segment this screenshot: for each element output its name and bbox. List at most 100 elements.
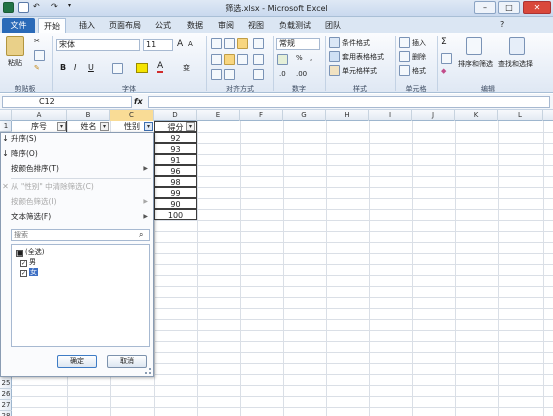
delete-cells-icon[interactable] (399, 51, 410, 62)
column-header-b[interactable]: B (67, 110, 110, 121)
score-cell[interactable]: 96 (154, 165, 197, 176)
align-left-icon[interactable] (211, 54, 222, 65)
ok-button[interactable]: 确定 (57, 355, 97, 368)
increase-indent-icon[interactable] (224, 69, 235, 80)
cut-icon[interactable]: ✂ (34, 37, 40, 45)
align-middle-icon[interactable] (224, 38, 235, 49)
female-checkbox[interactable]: ✓ (20, 270, 27, 277)
score-cell[interactable]: 92 (154, 132, 197, 143)
sort-filter-icon[interactable] (466, 37, 482, 55)
column-header-a[interactable]: A (12, 110, 67, 121)
column-header-f[interactable]: F (240, 110, 283, 121)
grow-font-button[interactable]: A (177, 39, 183, 49)
binoculars-icon[interactable] (509, 37, 525, 55)
score-cell[interactable]: 100 (154, 209, 197, 220)
search-icon[interactable]: ⌕ (139, 230, 143, 240)
male-checkbox[interactable]: ✓ (20, 260, 27, 267)
sort-by-color-item[interactable]: 按颜色排序(T) (11, 163, 59, 175)
align-right-icon[interactable] (237, 54, 248, 65)
format-cells-button[interactable]: 格式 (412, 66, 426, 76)
text-filter-item[interactable]: 文本筛选(F) (11, 211, 51, 223)
phonetic-button[interactable]: 变 (183, 63, 190, 73)
number-format-select[interactable]: 常规 (276, 38, 320, 50)
wrap-text-icon[interactable] (253, 54, 264, 65)
underline-button[interactable]: U (88, 63, 94, 72)
font-name-select[interactable]: 宋体 (56, 39, 140, 51)
column-header-e[interactable]: E (197, 110, 240, 121)
borders-icon[interactable] (112, 63, 123, 74)
cell-styles-icon[interactable] (329, 65, 340, 76)
filter-search-input[interactable] (11, 229, 150, 241)
minimize-button[interactable]: – (474, 1, 496, 14)
orientation-icon[interactable] (253, 38, 264, 49)
score-cell[interactable]: 91 (154, 154, 197, 165)
sort-ascending-item[interactable]: 升序(S) (11, 133, 37, 145)
comma-button[interactable]: , (310, 54, 312, 62)
fill-color-icon[interactable] (136, 63, 148, 73)
increase-decimal-icon[interactable]: .0 (279, 70, 286, 78)
column-header-l[interactable]: L (498, 110, 543, 121)
italic-button[interactable]: I (74, 63, 76, 72)
cell-styles-button[interactable]: 单元格样式 (342, 66, 377, 76)
tab-insert[interactable]: 插入 (74, 18, 100, 33)
percent-button[interactable]: % (296, 54, 303, 62)
select-all-corner[interactable] (0, 110, 12, 121)
column-header-j[interactable]: J (412, 110, 455, 121)
tab-view[interactable]: 视图 (243, 18, 269, 33)
clear-icon[interactable]: ◆ (441, 67, 446, 75)
tab-team[interactable]: 团队 (320, 18, 346, 33)
sort-filter-button[interactable]: 排序和筛选 (458, 59, 493, 69)
filter-dropdown-d-icon[interactable]: ▾ (186, 122, 195, 131)
tab-page-layout[interactable]: 页面布局 (104, 18, 146, 33)
insert-cells-icon[interactable] (399, 37, 410, 48)
bold-button[interactable]: B (60, 63, 66, 72)
column-header-c[interactable]: C (110, 110, 154, 121)
format-painter-icon[interactable]: ✎ (34, 64, 40, 72)
tab-home[interactable]: 开始 (38, 18, 66, 33)
maximize-button[interactable]: □ (498, 1, 520, 14)
filter-dropdown-c-icon[interactable]: ▾ (144, 122, 153, 131)
filter-value-female[interactable]: ✓ 女 (20, 268, 38, 277)
currency-icon[interactable] (277, 54, 288, 65)
copy-icon[interactable] (34, 50, 45, 61)
cancel-button[interactable]: 取消 (107, 355, 147, 368)
font-size-select[interactable]: 11 (143, 39, 173, 51)
score-cell[interactable]: 98 (154, 176, 197, 187)
paste-icon[interactable] (6, 36, 24, 56)
close-button[interactable]: ✕ (523, 1, 551, 14)
format-as-table-icon[interactable] (329, 51, 340, 62)
column-header-k[interactable]: K (455, 110, 498, 121)
sort-descending-item[interactable]: 降序(O) (11, 148, 38, 160)
column-header-i[interactable]: I (369, 110, 412, 121)
column-header-g[interactable]: G (283, 110, 326, 121)
insert-cells-button[interactable]: 插入 (412, 38, 426, 48)
select-all-checkbox[interactable]: ■ (16, 250, 23, 257)
score-cell[interactable]: 93 (154, 143, 197, 154)
paste-button[interactable]: 粘贴 (8, 58, 22, 68)
find-select-button[interactable]: 查找和选择 (498, 59, 533, 69)
format-as-table-button[interactable]: 套用表格格式 (342, 52, 384, 62)
filter-dropdown-b-icon[interactable]: ▾ (100, 122, 109, 131)
name-box[interactable]: C12 (2, 96, 132, 108)
decrease-indent-icon[interactable] (211, 69, 222, 80)
shrink-font-button[interactable]: A (188, 40, 193, 48)
row-header-1[interactable]: 1 (0, 121, 12, 132)
tab-load-test[interactable]: 负载测试 (274, 18, 316, 33)
conditional-format-button[interactable]: 条件格式 (342, 38, 370, 48)
format-cells-icon[interactable] (399, 65, 410, 76)
filter-dropdown-a-icon[interactable]: ▾ (57, 122, 66, 131)
tab-data[interactable]: 数据 (182, 18, 208, 33)
filter-value-select-all[interactable]: ■ (全选) (16, 248, 44, 257)
score-cell[interactable]: 99 (154, 187, 197, 198)
conditional-format-icon[interactable] (329, 37, 340, 48)
row-header-25[interactable]: 25 (0, 378, 12, 389)
align-center-icon[interactable] (224, 54, 235, 65)
merge-center-icon[interactable] (253, 69, 264, 80)
row-header-27[interactable]: 27 (0, 400, 12, 411)
font-color-icon[interactable]: A (157, 61, 164, 73)
delete-cells-button[interactable]: 删除 (412, 52, 426, 62)
filter-value-male[interactable]: ✓ 男 (20, 258, 36, 267)
resize-grip-icon[interactable] (145, 368, 151, 374)
help-icon[interactable]: ? (500, 20, 504, 29)
align-top-icon[interactable] (211, 38, 222, 49)
